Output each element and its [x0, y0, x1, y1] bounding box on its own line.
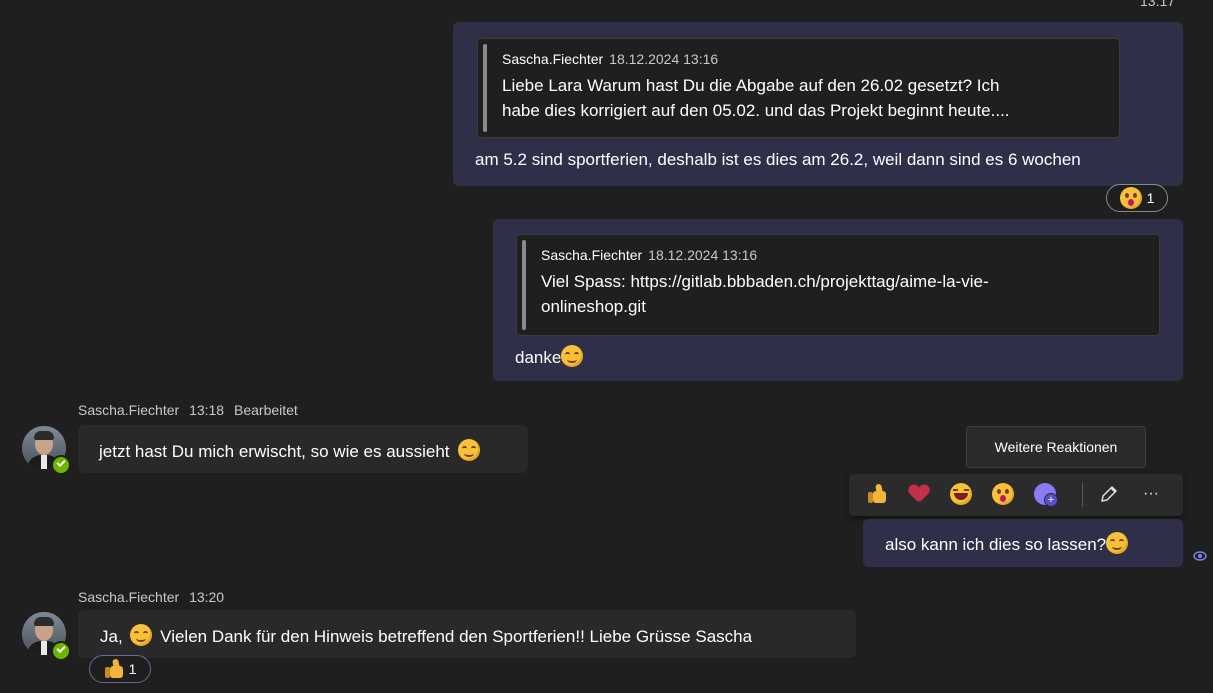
message-text-end: Vielen Dank für den Hinweis betreffend d… — [160, 627, 753, 646]
quoted-message[interactable]: Sascha.Fiechter 18.12.2024 13:16 Viel Spa… — [516, 234, 1160, 336]
message-text-row: danke — [515, 345, 584, 368]
quote-text: Liebe Lara Warum hast Du die Abgabe auf … — [502, 73, 1010, 123]
quote-bar — [483, 44, 487, 132]
quote-author: Sascha.Fiechter — [541, 247, 643, 263]
message-text: jetzt hast Du mich erwischt, so wie es a… — [99, 442, 450, 461]
presence-available-icon — [51, 641, 71, 661]
tooltip-more-reactions: Weitere Reaktionen — [966, 426, 1146, 468]
edited-label: Bearbeitet — [234, 402, 298, 418]
message-text-row: jetzt hast Du mich erwischt, so wie es a… — [99, 439, 481, 462]
quote-line: Viel Spass: https://gitlab.bbbaden.ch/pr… — [541, 272, 989, 291]
more-icon[interactable]: ··· — [1139, 482, 1163, 506]
message-text-start: Ja, — [100, 627, 123, 646]
sender-line: Sascha.Fiechter 13:20 — [78, 589, 224, 605]
sender-name[interactable]: Sascha.Fiechter — [78, 589, 179, 605]
quote-meta: Sascha.Fiechter 18.12.2024 13:16 — [541, 247, 757, 263]
message-text-row: also kann ich dies so lassen? — [885, 532, 1129, 555]
message-text: also kann ich dies so lassen? — [885, 535, 1107, 554]
quote-line: onlineshop.git — [541, 297, 646, 316]
reaction-toolbar: + ··· — [849, 474, 1183, 516]
reaction-count: 1 — [128, 661, 137, 677]
quote-text: Viel Spass: https://gitlab.bbbaden.ch/pr… — [541, 269, 989, 319]
reaction-count: 1 — [1146, 190, 1155, 206]
smiling-emoji-icon — [1106, 532, 1129, 554]
message-text: danke — [515, 348, 562, 367]
smiling-emoji-icon — [561, 345, 584, 367]
thumbs-up-emoji-icon — [104, 658, 124, 679]
own-message-bubble[interactable]: also kann ich dies so lassen? — [863, 519, 1183, 567]
toolbar-divider — [1082, 483, 1083, 507]
quote-meta: Sascha.Fiechter 18.12.2024 13:16 — [502, 51, 718, 67]
quoted-message[interactable]: Sascha.Fiechter 18.12.2024 13:16 Liebe La… — [477, 38, 1120, 138]
slightly-smiling-emoji-icon — [458, 439, 481, 461]
heart-icon[interactable] — [907, 482, 931, 506]
top-timestamp: 13:17 — [1140, 0, 1176, 9]
surprised-icon[interactable] — [991, 482, 1015, 506]
reaction-pill[interactable]: 1 — [89, 655, 151, 683]
edit-icon[interactable] — [1097, 482, 1121, 506]
add-reaction-icon[interactable]: + — [1033, 482, 1058, 507]
read-receipt-icon — [1193, 548, 1207, 562]
sender-name[interactable]: Sascha.Fiechter — [78, 402, 179, 418]
message-text-row: Ja, Vielen Dank für den Hinweis betreffe… — [100, 624, 752, 647]
own-message-bubble[interactable]: Sascha.Fiechter 18.12.2024 13:16 Liebe La… — [453, 22, 1183, 186]
quote-author: Sascha.Fiechter — [502, 51, 604, 67]
sender-line: Sascha.Fiechter 13:18 Bearbeitet — [78, 402, 298, 418]
laugh-icon[interactable] — [949, 482, 973, 506]
quote-line: Liebe Lara Warum hast Du die Abgabe auf … — [502, 76, 1000, 95]
thumbs-up-icon[interactable] — [865, 482, 889, 506]
own-message-bubble[interactable]: Sascha.Fiechter 18.12.2024 13:16 Viel Spa… — [493, 219, 1183, 381]
quote-time: 18.12.2024 13:16 — [648, 247, 758, 263]
reaction-pill[interactable]: 1 — [1106, 184, 1168, 212]
slightly-smiling-emoji-icon — [130, 624, 153, 646]
quote-time: 18.12.2024 13:16 — [609, 51, 719, 67]
quote-line: habe dies korrigiert auf den 05.02. und … — [502, 101, 1010, 120]
message-time: 13:18 — [189, 402, 225, 418]
quote-bar — [522, 240, 526, 330]
message-time: 13:20 — [189, 589, 225, 605]
other-message-bubble[interactable]: jetzt hast Du mich erwischt, so wie es a… — [78, 425, 528, 473]
surprised-emoji-icon — [1119, 187, 1142, 209]
message-text: am 5.2 sind sportferien, deshalb ist es … — [475, 150, 1081, 169]
presence-available-icon — [51, 455, 71, 475]
other-message-bubble[interactable]: Ja, Vielen Dank für den Hinweis betreffe… — [78, 610, 856, 658]
